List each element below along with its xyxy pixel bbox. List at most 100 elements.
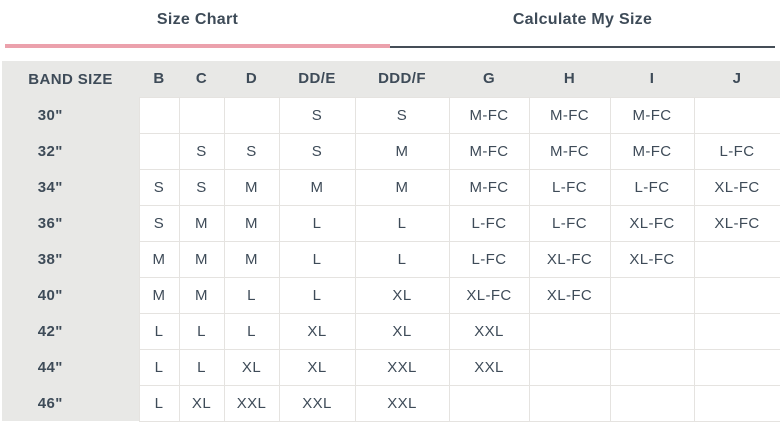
size-cell: L-FC bbox=[449, 241, 529, 277]
size-cell: XL-FC bbox=[694, 169, 780, 205]
size-cell bbox=[610, 313, 694, 349]
cup-header-cell: G bbox=[449, 61, 529, 97]
size-cell bbox=[529, 385, 610, 421]
band-size-cell: 36" bbox=[2, 205, 139, 241]
size-cell bbox=[610, 385, 694, 421]
size-chart-table: BAND SIZEBCDDD/EDDD/FGHIJ 30"SSM-FCM-FCM… bbox=[2, 61, 780, 422]
size-cell: XL bbox=[279, 349, 355, 385]
size-cell: XL bbox=[355, 277, 449, 313]
size-cell: S bbox=[279, 133, 355, 169]
size-cell: XL bbox=[279, 313, 355, 349]
size-cell: XL bbox=[355, 313, 449, 349]
size-cell: L bbox=[355, 241, 449, 277]
size-cell: S bbox=[179, 169, 224, 205]
tab-size-chart[interactable]: Size Chart bbox=[5, 0, 390, 48]
size-cell: S bbox=[279, 97, 355, 133]
size-cell bbox=[179, 97, 224, 133]
table-row: 36"SMMLLL-FCL-FCXL-FCXL-FC bbox=[2, 205, 780, 241]
size-cell bbox=[694, 313, 780, 349]
size-cell: XXL bbox=[355, 349, 449, 385]
size-cell: L bbox=[179, 313, 224, 349]
size-cell: XXL bbox=[449, 313, 529, 349]
size-cell: S bbox=[139, 169, 179, 205]
size-cell: XXL bbox=[449, 349, 529, 385]
size-chart-header-row: BAND SIZEBCDDD/EDDD/FGHIJ bbox=[2, 61, 780, 97]
tab-calculate-my-size-label: Calculate My Size bbox=[513, 11, 652, 29]
size-cell: M bbox=[224, 169, 279, 205]
size-cell: L bbox=[279, 241, 355, 277]
size-cell: M bbox=[355, 169, 449, 205]
size-cell: XL-FC bbox=[694, 205, 780, 241]
size-cell: L-FC bbox=[449, 205, 529, 241]
size-cell: L-FC bbox=[529, 169, 610, 205]
size-cell: M bbox=[224, 205, 279, 241]
size-cell: XXL bbox=[279, 385, 355, 421]
size-cell: XL-FC bbox=[529, 277, 610, 313]
size-cell: L bbox=[224, 313, 279, 349]
size-cell: M bbox=[179, 241, 224, 277]
size-cell: M-FC bbox=[449, 133, 529, 169]
size-cell: XL bbox=[179, 385, 224, 421]
size-cell: XL bbox=[224, 349, 279, 385]
size-cell: XXL bbox=[224, 385, 279, 421]
size-cell bbox=[139, 97, 179, 133]
size-cell: L bbox=[179, 349, 224, 385]
size-cell: L-FC bbox=[529, 205, 610, 241]
size-cell: S bbox=[139, 205, 179, 241]
band-size-cell: 40" bbox=[2, 277, 139, 313]
tab-calculate-my-size[interactable]: Calculate My Size bbox=[390, 0, 775, 48]
size-cell: M-FC bbox=[449, 97, 529, 133]
size-cell: M bbox=[179, 277, 224, 313]
band-size-cell: 46" bbox=[2, 385, 139, 421]
size-cell bbox=[449, 385, 529, 421]
cup-header-cell: DD/E bbox=[279, 61, 355, 97]
size-cell: M-FC bbox=[610, 97, 694, 133]
table-row: 30"SSM-FCM-FCM-FC bbox=[2, 97, 780, 133]
band-size-cell: 38" bbox=[2, 241, 139, 277]
table-row: 34"SSMMMM-FCL-FCL-FCXL-FC bbox=[2, 169, 780, 205]
size-cell: M-FC bbox=[529, 133, 610, 169]
size-cell: XL-FC bbox=[610, 241, 694, 277]
size-cell: L bbox=[279, 205, 355, 241]
size-cell: XL-FC bbox=[529, 241, 610, 277]
cup-header-cell: B bbox=[139, 61, 179, 97]
band-size-cell: 34" bbox=[2, 169, 139, 205]
size-cell: XL-FC bbox=[610, 205, 694, 241]
size-cell bbox=[694, 241, 780, 277]
size-cell: M-FC bbox=[449, 169, 529, 205]
size-cell bbox=[529, 313, 610, 349]
band-size-cell: 42" bbox=[2, 313, 139, 349]
table-row: 46"LXLXXLXXLXXL bbox=[2, 385, 780, 421]
size-cell: M bbox=[224, 241, 279, 277]
size-cell: XL-FC bbox=[449, 277, 529, 313]
size-chart-body: 30"SSM-FCM-FCM-FC32"SSSMM-FCM-FCM-FCL-FC… bbox=[2, 97, 780, 421]
size-cell: S bbox=[355, 97, 449, 133]
band-size-header-cell: BAND SIZE bbox=[2, 61, 139, 97]
cup-header-cell: H bbox=[529, 61, 610, 97]
size-cell bbox=[694, 349, 780, 385]
size-cell bbox=[694, 97, 780, 133]
size-cell: M bbox=[355, 133, 449, 169]
band-size-cell: 30" bbox=[2, 97, 139, 133]
size-cell: M-FC bbox=[610, 133, 694, 169]
cup-header-cell: D bbox=[224, 61, 279, 97]
table-row: 40"MMLLXLXL-FCXL-FC bbox=[2, 277, 780, 313]
size-cell: M-FC bbox=[529, 97, 610, 133]
size-cell: M bbox=[139, 277, 179, 313]
tab-size-chart-label: Size Chart bbox=[157, 11, 238, 29]
size-cell bbox=[694, 277, 780, 313]
size-cell: S bbox=[179, 133, 224, 169]
size-cell: L bbox=[139, 385, 179, 421]
size-cell: L bbox=[279, 277, 355, 313]
band-size-cell: 32" bbox=[2, 133, 139, 169]
size-cell bbox=[694, 385, 780, 421]
size-cell: L-FC bbox=[610, 169, 694, 205]
cup-header-cell: J bbox=[694, 61, 780, 97]
size-cell bbox=[610, 349, 694, 385]
band-size-cell: 44" bbox=[2, 349, 139, 385]
cup-header-cell: DDD/F bbox=[355, 61, 449, 97]
size-cell: L bbox=[139, 313, 179, 349]
size-cell: S bbox=[224, 133, 279, 169]
size-cell: L bbox=[139, 349, 179, 385]
table-row: 32"SSSMM-FCM-FCM-FCL-FC bbox=[2, 133, 780, 169]
